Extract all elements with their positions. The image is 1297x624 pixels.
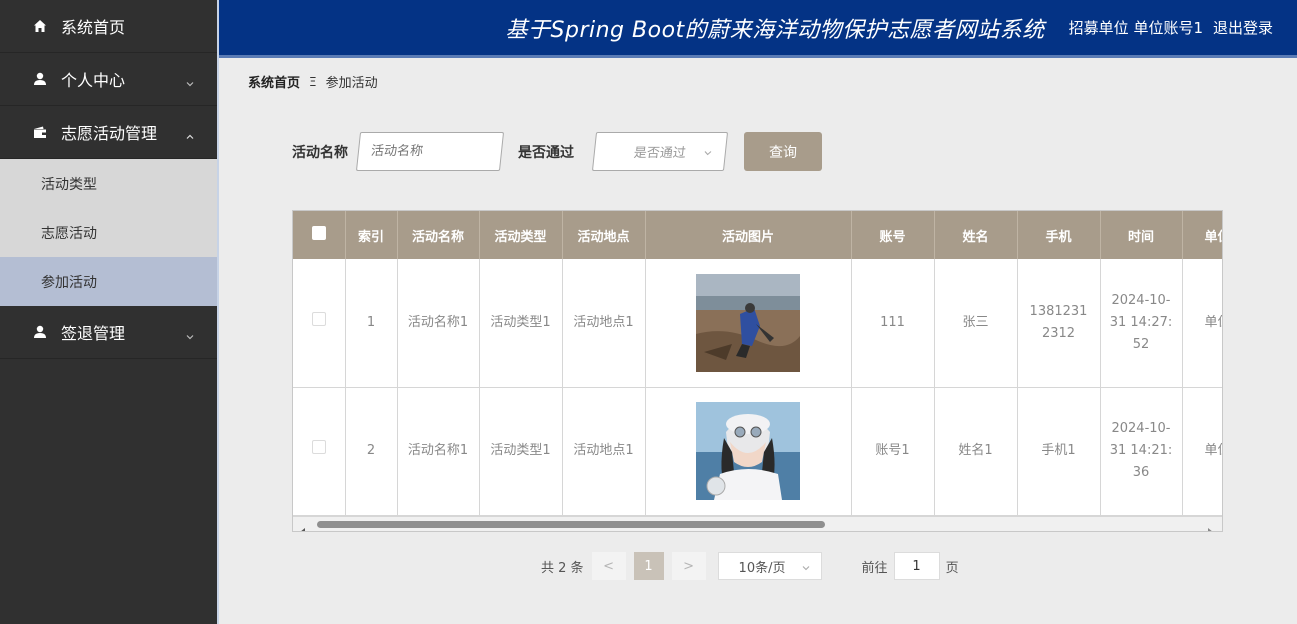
top-header: 基于Spring Boot的蔚来海洋动物保护志愿者网站系统 招募单位 单位账号1… <box>219 0 1297 58</box>
chevron-up-icon <box>185 127 195 146</box>
chevron-down-icon <box>185 327 195 346</box>
scroll-right-icon[interactable] <box>1206 521 1214 531</box>
prev-page-button[interactable]: < <box>591 552 626 580</box>
column-header-name: 活动名称 <box>397 211 480 259</box>
row-unit: 单位 <box>1204 314 1222 330</box>
select-all-cell <box>293 211 346 259</box>
activity-image <box>696 273 800 372</box>
row-index: 2 <box>366 443 376 458</box>
row-person: 张三 <box>962 314 989 330</box>
sidebar-item-home[interactable]: 系统首页 <box>0 0 217 53</box>
page-size-value: 10条/页 <box>738 560 786 576</box>
pass-status-label: 是否通过 <box>518 144 574 161</box>
column-header-index: 索引 <box>345 211 398 259</box>
sidebar-item-label: 签退管理 <box>61 324 126 343</box>
sidebar-item-signout-management[interactable]: 签退管理 <box>0 306 217 359</box>
column-header-type: 活动类型 <box>479 211 563 259</box>
table-row: 2 活动名称1 活动类型1 活动地点1 账号1 姓名1 手机1 2024-10-… <box>293 387 1222 516</box>
table-header-row: 索引 活动名称 活动类型 活动地点 活动图片 账号 姓名 手机 时间 单位 <box>293 211 1222 259</box>
page-suffix: 页 <box>945 560 959 576</box>
chevron-down-icon <box>801 562 811 577</box>
chevron-down-icon <box>702 147 714 162</box>
breadcrumb-separator: Ξ <box>309 74 317 89</box>
column-header-phone: 手机 <box>1017 211 1101 259</box>
goto-label: 前往 <box>861 560 888 576</box>
row-activity-type: 活动类型1 <box>490 314 551 330</box>
row-activity-place: 活动地点1 <box>573 443 634 458</box>
row-activity-place: 活动地点1 <box>573 314 634 330</box>
chevron-down-icon <box>185 74 195 93</box>
column-header-unit: 单位 <box>1182 211 1222 259</box>
row-phone: 13812312312 <box>1029 303 1088 341</box>
breadcrumb-home[interactable]: 系统首页 <box>248 72 300 91</box>
sidebar-item-label: 系统首页 <box>61 18 126 37</box>
sidebar-item-volunteer-activity[interactable]: 志愿活动 <box>0 208 217 257</box>
row-account: 111 <box>880 314 905 330</box>
data-table: 索引 活动名称 活动类型 活动地点 活动图片 账号 姓名 手机 时间 单位 1 … <box>292 210 1223 532</box>
column-header-time: 时间 <box>1100 211 1183 259</box>
row-checkbox[interactable] <box>311 440 326 454</box>
site-title: 基于Spring Boot的蔚来海洋动物保护志愿者网站系统 <box>505 17 1045 43</box>
column-header-place: 活动地点 <box>562 211 646 259</box>
volunteer-submenu: 活动类型 志愿活动 参加活动 <box>0 159 217 306</box>
column-header-image: 活动图片 <box>645 211 852 259</box>
user-icon <box>32 324 48 340</box>
total-count: 共 2 条 <box>541 560 584 576</box>
pagination: 共 2 条 < 1 > 10条/页 前往 页 <box>541 552 959 580</box>
activity-name-label: 活动名称 <box>292 144 348 161</box>
column-header-person: 姓名 <box>934 211 1018 259</box>
user-icon <box>32 71 48 87</box>
row-account: 账号1 <box>875 443 910 458</box>
breadcrumb-current: 参加活动 <box>325 76 378 91</box>
next-page-button[interactable]: > <box>671 552 706 580</box>
sidebar: 系统首页 个人中心 志愿活动管理 活动类型 志愿活动 参加活动 签退管理 <box>0 0 217 624</box>
row-person: 姓名1 <box>958 443 993 458</box>
sidebar-item-volunteer-management[interactable]: 志愿活动管理 <box>0 106 217 159</box>
sidebar-item-personal-center[interactable]: 个人中心 <box>0 53 217 106</box>
sidebar-item-label: 志愿活动管理 <box>61 124 158 143</box>
row-checkbox[interactable] <box>311 311 326 326</box>
row-phone: 手机1 <box>1041 443 1076 458</box>
sidebar-item-label: 个人中心 <box>61 71 126 90</box>
home-icon <box>32 18 48 34</box>
sidebar-divider <box>217 0 219 624</box>
page-size-select[interactable]: 10条/页 <box>717 552 822 580</box>
page-number-1[interactable]: 1 <box>633 552 664 580</box>
row-activity-name: 活动名称1 <box>407 314 469 330</box>
goto-page-input[interactable] <box>893 552 940 580</box>
current-user: 招募单位 单位账号1 <box>1068 19 1203 37</box>
breadcrumb: 系统首页 Ξ 参加活动 <box>248 72 378 92</box>
horizontal-scrollbar[interactable] <box>293 516 1222 531</box>
activity-image <box>696 402 800 500</box>
pass-status-placeholder: 是否通过 <box>632 146 687 161</box>
sidebar-item-join-activity[interactable]: 参加活动 <box>0 257 217 306</box>
row-time: 2024-10-31 14:21:36 <box>1109 421 1173 480</box>
wallet-icon <box>32 124 48 140</box>
pass-status-select[interactable]: 是否通过 <box>591 132 729 171</box>
row-index: 1 <box>366 314 376 330</box>
sidebar-item-activity-type[interactable]: 活动类型 <box>0 159 217 208</box>
select-all-checkbox[interactable] <box>311 226 326 240</box>
row-activity-name: 活动名称1 <box>407 443 469 458</box>
scroll-left-icon[interactable] <box>299 521 307 531</box>
search-form: 活动名称 是否通过 是否通过 查询 <box>292 132 822 171</box>
activity-name-input[interactable] <box>355 132 505 171</box>
row-unit: 单位 <box>1204 443 1222 458</box>
column-header-account: 账号 <box>851 211 935 259</box>
table-row: 1 活动名称1 活动类型1 活动地点1 111 张三 13812312312 2… <box>293 259 1222 388</box>
row-activity-type: 活动类型1 <box>490 443 551 458</box>
logout-link[interactable]: 退出登录 <box>1213 17 1273 38</box>
scrollbar-thumb[interactable] <box>317 521 825 528</box>
row-time: 2024-10-31 14:27:52 <box>1109 292 1173 352</box>
query-button[interactable]: 查询 <box>744 132 822 171</box>
